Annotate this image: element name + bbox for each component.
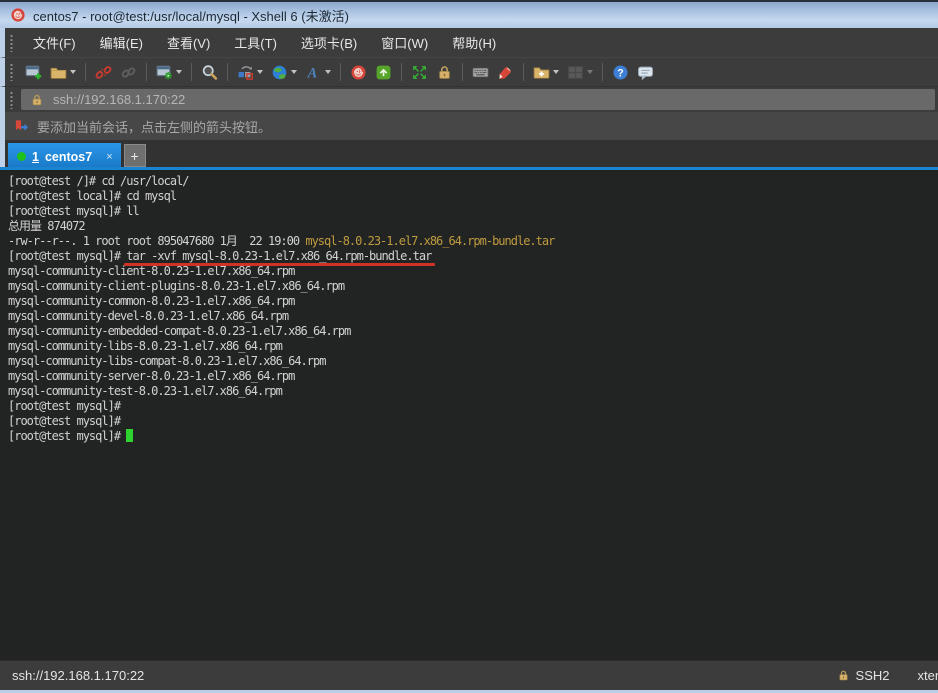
disconnect-icon[interactable] xyxy=(92,60,115,84)
new-session-icon[interactable] xyxy=(22,60,45,84)
toolbar-separator xyxy=(401,63,402,81)
new-session-folder-icon[interactable] xyxy=(530,60,562,84)
tab-label: centos7 xyxy=(45,150,92,164)
toolbar xyxy=(0,57,938,86)
encoding-globe-icon[interactable] xyxy=(268,60,300,84)
toolbar-separator xyxy=(146,63,147,81)
status-connection: ssh://192.168.1.170:22 xyxy=(12,668,144,683)
tab-connected-dot xyxy=(17,152,26,161)
terminal-line: mysql-community-test-8.0.23-1.el7.x86_64… xyxy=(8,384,938,399)
terminal-line: mysql-community-embedded-compat-8.0.23-1… xyxy=(8,324,938,339)
find-icon[interactable] xyxy=(198,60,221,84)
terminal-annotated: tar -xvf mysql-8.0.23-1.el7.x86_64.rpm-b… xyxy=(126,249,431,263)
menu-tools[interactable]: 工具(T) xyxy=(222,33,289,52)
toolbar-separator xyxy=(227,63,228,81)
terminal-line: mysql-community-common-8.0.23-1.el7.x86_… xyxy=(8,294,938,309)
highlight-pen-icon[interactable] xyxy=(494,60,517,84)
terminal-line: -rw-r--r--. 1 root root 895047680 1月 22 … xyxy=(8,234,938,249)
notice-text: 要添加当前会话，点击左侧的箭头按钮。 xyxy=(37,117,271,136)
address-input[interactable]: ssh://192.168.1.170:22 xyxy=(21,89,935,110)
tile-windows-icon[interactable] xyxy=(564,60,596,84)
chat-bubble-icon[interactable] xyxy=(634,60,657,84)
addressbar-gripper-handle[interactable] xyxy=(10,91,13,109)
menubar-gripper-handle[interactable] xyxy=(10,34,13,52)
tab-centos7[interactable]: 1 centos7 × xyxy=(8,143,121,170)
terminal-line: mysql-community-server-8.0.23-1.el7.x86_… xyxy=(8,369,938,384)
fullscreen-icon[interactable] xyxy=(408,60,431,84)
title-bar: centos7 - root@test:/usr/local/mysql - X… xyxy=(0,0,938,28)
status-terminal-type: xterm xyxy=(918,668,938,683)
menu-file[interactable]: 文件(F) xyxy=(21,33,88,52)
menu-help[interactable]: 帮助(H) xyxy=(440,33,508,52)
terminal-line: [root@test /]# cd /usr/local/ xyxy=(8,174,938,189)
dropdown-caret-icon[interactable] xyxy=(176,70,182,74)
terminal-line: [root@test local]# cd mysql xyxy=(8,189,938,204)
dropdown-caret-icon[interactable] xyxy=(325,70,331,74)
font-select-icon[interactable] xyxy=(302,60,334,84)
xshell-home-icon[interactable] xyxy=(347,60,370,84)
terminal-cursor xyxy=(126,429,133,442)
add-session-flag-icon[interactable] xyxy=(14,119,29,134)
dropdown-caret-icon[interactable] xyxy=(291,70,297,74)
toolbar-separator xyxy=(85,63,86,81)
toolbar-separator xyxy=(191,63,192,81)
tab-index: 1 xyxy=(32,150,39,164)
menu-window[interactable]: 窗口(W) xyxy=(369,33,440,52)
terminal-line: 总用量 874072 xyxy=(8,219,938,234)
terminal-line: [root@test mysql]# tar -xvf mysql-8.0.23… xyxy=(8,249,938,264)
terminal-output[interactable]: [root@test /]# cd /usr/local/[root@test … xyxy=(0,170,938,660)
toolbar-separator xyxy=(523,63,524,81)
dropdown-caret-icon[interactable] xyxy=(70,70,76,74)
address-bar-row: ssh://192.168.1.170:22 xyxy=(0,86,938,112)
menu-edit[interactable]: 编辑(E) xyxy=(88,33,155,52)
dropdown-caret-icon[interactable] xyxy=(257,70,263,74)
terminal-filename: mysql-8.0.23-1.el7.x86_64.rpm-bundle.tar xyxy=(305,234,554,248)
compose-layout-icon[interactable] xyxy=(234,60,266,84)
dropdown-caret-icon[interactable] xyxy=(587,70,593,74)
session-properties-icon[interactable] xyxy=(153,60,185,84)
ssh-lock-icon xyxy=(837,669,850,682)
status-bar: ssh://192.168.1.170:22 SSH2 xterm xyxy=(0,660,938,690)
menu-view[interactable]: 查看(V) xyxy=(155,33,222,52)
status-protocol: SSH2 xyxy=(856,668,890,683)
toolbar-separator xyxy=(340,63,341,81)
lock-screen-icon[interactable] xyxy=(433,60,456,84)
menu-tabs[interactable]: 选项卡(B) xyxy=(289,33,369,52)
window-title: centos7 - root@test:/usr/local/mysql - X… xyxy=(33,6,349,25)
help-question-icon[interactable] xyxy=(609,60,632,84)
open-session-icon[interactable] xyxy=(47,60,79,84)
menu-bar: 文件(F)编辑(E)查看(V)工具(T)选项卡(B)窗口(W)帮助(H) xyxy=(0,28,938,57)
terminal-line: mysql-community-devel-8.0.23-1.el7.x86_6… xyxy=(8,309,938,324)
new-tab-button[interactable]: + xyxy=(124,144,146,167)
terminal-line: [root@test mysql]# xyxy=(8,429,938,444)
ssl-lock-icon xyxy=(30,93,44,107)
reconnect-icon[interactable] xyxy=(117,60,140,84)
terminal-line: mysql-community-client-plugins-8.0.23-1.… xyxy=(8,279,938,294)
terminal-line: [root@test mysql]# xyxy=(8,399,938,414)
toolbar-separator xyxy=(462,63,463,81)
virtual-keyboard-icon[interactable] xyxy=(469,60,492,84)
xshell-window: centos7 - root@test:/usr/local/mysql - X… xyxy=(0,0,938,693)
toolbar-gripper-handle[interactable] xyxy=(10,63,13,81)
terminal-line: mysql-community-libs-compat-8.0.23-1.el7… xyxy=(8,354,938,369)
terminal-line: [root@test mysql]# xyxy=(8,414,938,429)
terminal-line: mysql-community-client-8.0.23-1.el7.x86_… xyxy=(8,264,938,279)
notice-bar: 要添加当前会话，点击左侧的箭头按钮。 xyxy=(0,112,938,140)
terminal-line: mysql-community-libs-8.0.23-1.el7.x86_64… xyxy=(8,339,938,354)
xshell-logo-icon xyxy=(10,7,26,23)
xftp-transfer-icon[interactable] xyxy=(372,60,395,84)
tab-close-icon[interactable]: × xyxy=(106,151,112,163)
toolbar-separator xyxy=(602,63,603,81)
dropdown-caret-icon[interactable] xyxy=(553,70,559,74)
tab-bar: 1 centos7 × + xyxy=(0,140,938,170)
address-value: ssh://192.168.1.170:22 xyxy=(53,92,185,107)
terminal-line: [root@test mysql]# ll xyxy=(8,204,938,219)
